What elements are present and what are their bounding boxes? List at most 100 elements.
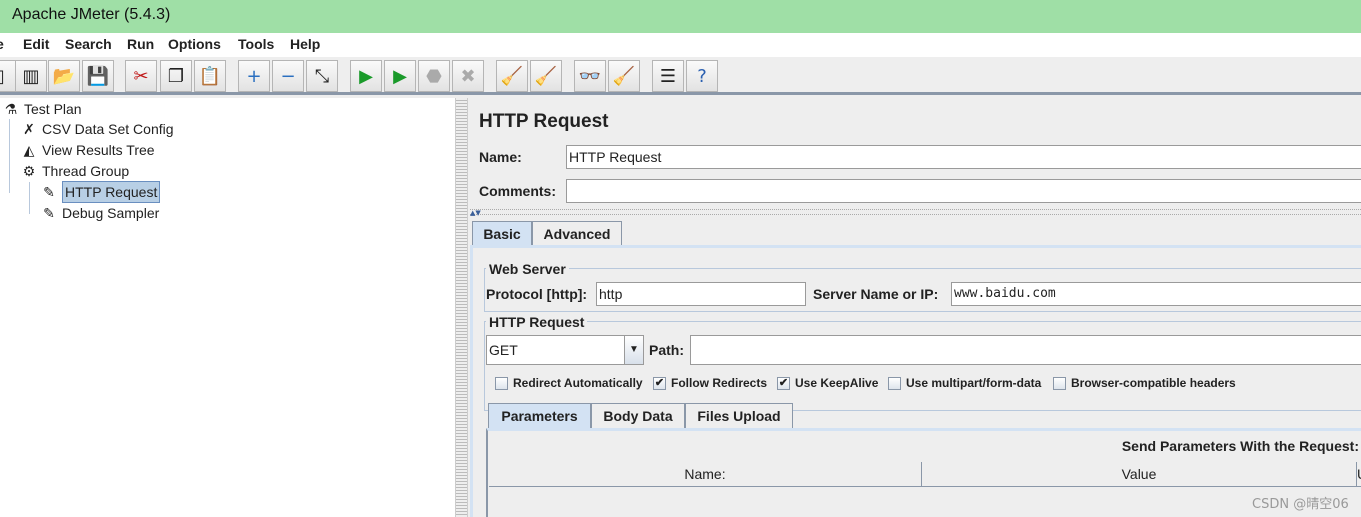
tab-advanced[interactable]: Advanced (532, 221, 622, 246)
templates-icon: ▥ (22, 65, 40, 87)
protocol-input[interactable]: http (596, 282, 806, 306)
cut-button[interactable]: ✂ (125, 60, 157, 92)
title-bar: Apache JMeter (5.4.3) (0, 0, 1361, 33)
clear-all-button[interactable]: 🧹 (530, 60, 562, 92)
tree-node[interactable]: ✎ Debug Sampler (40, 203, 159, 223)
checkbox-box[interactable] (495, 376, 508, 390)
checkbox-follow-redirects[interactable]: ✔ Follow Redirects (653, 376, 767, 390)
help-button[interactable]: ? (686, 60, 718, 92)
new-button[interactable]: ▯ (0, 60, 16, 92)
checkbox-redirect-automatically[interactable]: Redirect Automatically (495, 376, 643, 390)
open-icon: 📂 (52, 65, 76, 87)
menu-e[interactable]: e (0, 36, 4, 52)
tree-node[interactable]: ◭ View Results Tree (20, 140, 155, 160)
stop-icon: ⬣ (426, 65, 442, 87)
menu-tools[interactable]: Tools (238, 36, 274, 52)
tree-node-label: Test Plan (24, 101, 82, 117)
checkbox-box[interactable]: ✔ (777, 376, 790, 390)
clear-button[interactable]: 🧹 (496, 60, 528, 92)
shutdown-button[interactable]: ✖ (452, 60, 484, 92)
reset-search-button[interactable]: 🧹 (608, 60, 640, 92)
chart-icon: ◭ (23, 142, 35, 158)
window-title: Apache JMeter (5.4.3) (12, 6, 171, 23)
tree-node[interactable]: ✎ HTTP Request (40, 181, 161, 203)
params-heading: Send Parameters With the Request: (1121, 438, 1359, 454)
gear-icon: ⚙ (22, 163, 36, 179)
tab-parameters[interactable]: Parameters (488, 403, 591, 428)
toolbar: ▯ ▥ 📂 💾 ✂ ❐ 📋 +−⤡ ▶ ▶ ⬣ ✖ 🧹 🧹 👓 🧹 ☰? (0, 57, 1361, 95)
tab-body-data[interactable]: Body Data (591, 403, 685, 428)
column-header-name[interactable]: Name: (489, 462, 922, 487)
help-icon: ? (697, 65, 707, 87)
collapse-button[interactable]: − (272, 60, 304, 92)
comments-input[interactable] (566, 179, 1361, 203)
checkbox-use-multipart-form-data[interactable]: Use multipart/form-data (888, 376, 1041, 390)
menu-bar: e Edit Search Run Options Tools Help (0, 33, 1361, 57)
path-input[interactable] (690, 335, 1361, 365)
flask-icon: ⚗ (4, 101, 18, 117)
checkbox-label: Use multipart/form-data (906, 376, 1042, 390)
toggle-button[interactable]: ⤡ (306, 60, 338, 92)
tree-line (9, 119, 10, 193)
open-button[interactable]: 📂 (48, 60, 80, 92)
test-plan-tree: ⚗ Test Plan ✗ CSV Data Set Config ◭ View Resu… (0, 98, 455, 517)
menu-search[interactable]: Search (65, 36, 112, 52)
column-header-url-encode[interactable]: U (1357, 462, 1361, 487)
save-icon: 💾 (86, 65, 110, 87)
save-button[interactable]: 💾 (82, 60, 114, 92)
expand-icon: + (246, 65, 262, 87)
checkbox-label: Use KeepAlive (795, 376, 879, 390)
start-button[interactable]: ▶ (350, 60, 382, 92)
cut-icon: ✂ (133, 65, 149, 87)
name-input[interactable]: HTTP Request (566, 145, 1361, 169)
clear-all-icon: 🧹 (534, 65, 558, 87)
menu-options[interactable]: Options (168, 36, 221, 52)
tree-node[interactable]: ✗ CSV Data Set Config (20, 119, 173, 139)
checkbox-label: Browser-compatible headers (1071, 376, 1236, 390)
server-name-input[interactable]: www.baidu.com (951, 282, 1361, 306)
collapse-icon: − (280, 65, 296, 87)
function-helper-button[interactable]: ☰ (652, 60, 684, 92)
tree-node[interactable]: ⚗ Test Plan (2, 99, 82, 119)
comments-label: Comments: (479, 183, 557, 199)
start-icon: ▶ (359, 65, 373, 87)
copy-icon: ❐ (167, 65, 185, 87)
section-divider[interactable]: ▲▼ (470, 209, 1361, 217)
search-icon: 👓 (578, 65, 602, 87)
tree-node[interactable]: ⚙ Thread Group (20, 161, 129, 181)
server-name-label: Server Name or IP: (813, 286, 939, 302)
checkbox-browser-compatible-headers[interactable]: Browser-compatible headers (1053, 376, 1236, 390)
name-label: Name: (479, 149, 522, 165)
panel-title: HTTP Request (479, 111, 609, 132)
expand-button[interactable]: + (238, 60, 270, 92)
menu-help[interactable]: Help (290, 36, 320, 52)
checkbox-use-keepalive[interactable]: ✔ Use KeepAlive (777, 376, 878, 390)
paste-button[interactable]: 📋 (194, 60, 226, 92)
checkbox-box[interactable] (888, 376, 901, 390)
tab-basic[interactable]: Basic (472, 221, 532, 246)
menu-run[interactable]: Run (127, 36, 154, 52)
start-no-timers-button[interactable]: ▶ (384, 60, 416, 92)
function-helper-icon: ☰ (659, 65, 677, 87)
tab-files-upload[interactable]: Files Upload (685, 403, 793, 428)
paste-icon: 📋 (198, 65, 222, 87)
search-button[interactable]: 👓 (574, 60, 606, 92)
tree-node-label: Thread Group (42, 163, 130, 179)
tree-line (29, 182, 30, 214)
method-select[interactable]: GET ▼ (486, 335, 644, 365)
checkbox-box[interactable]: ✔ (653, 376, 666, 390)
splitter-handle[interactable] (455, 98, 468, 517)
checkbox-label: Follow Redirects (671, 376, 768, 390)
method-value: GET (489, 342, 518, 358)
checkbox-box[interactable] (1053, 376, 1066, 390)
column-header-value[interactable]: Value (922, 462, 1357, 487)
tools-icon: ✗ (23, 121, 35, 137)
templates-button[interactable]: ▥ (15, 60, 47, 92)
dropdown-arrow-icon[interactable]: ▼ (624, 336, 643, 364)
copy-button[interactable]: ❐ (160, 60, 192, 92)
reset-search-icon: 🧹 (612, 65, 636, 87)
stop-button[interactable]: ⬣ (418, 60, 450, 92)
path-label: Path: (649, 342, 684, 358)
pipette-icon: ✎ (43, 205, 55, 221)
menu-edit[interactable]: Edit (23, 36, 49, 52)
